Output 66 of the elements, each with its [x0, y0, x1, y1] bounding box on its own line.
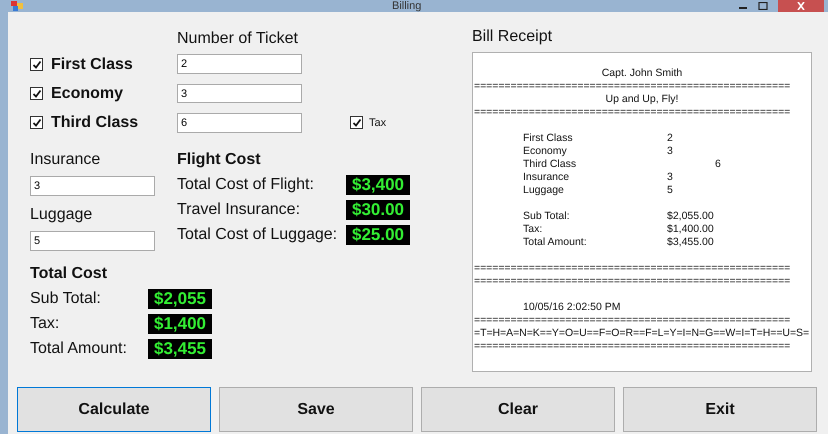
- receipt-rule: ====================================================: [474, 80, 790, 92]
- action-button[interactable]: Save: [219, 387, 413, 432]
- receipt-value: $2,055.00: [667, 210, 714, 223]
- checkbox-label: Economy: [51, 84, 124, 102]
- receipt-rule: ====================================================: [474, 106, 790, 118]
- cost-value: $3,400: [346, 174, 410, 194]
- cost-label: Travel Insurance:: [177, 200, 302, 218]
- receipt-label: Luggage: [523, 184, 565, 197]
- checkbox-label: Tax: [369, 116, 386, 128]
- receipt-rule: ====================================================: [474, 275, 790, 287]
- cost-value: $1,400: [148, 314, 212, 334]
- receipt-text: Capt. John Smith: [602, 67, 682, 79]
- section-heading: Total Cost: [30, 265, 108, 284]
- cost-label: Sub Total:: [30, 290, 102, 308]
- close-icon: [796, 2, 806, 10]
- receipt-label: Total Amount:: [523, 236, 588, 249]
- cost-value: $30.00: [346, 200, 410, 220]
- checkbox[interactable]: [350, 116, 363, 129]
- checkbox-label: First Class: [51, 56, 133, 74]
- input-field[interactable]: 3: [30, 176, 155, 196]
- checkbox[interactable]: [30, 87, 43, 100]
- receipt-value: 3: [667, 171, 673, 184]
- receipt-value: $1,400.00: [667, 223, 714, 236]
- section-heading: Flight Cost: [177, 151, 262, 170]
- receipt-text: 10/05/16 2:02:50 PM: [523, 301, 622, 314]
- input-field[interactable]: 5: [30, 231, 155, 251]
- cost-label: Tax:: [30, 314, 60, 332]
- field-label: Luggage: [30, 206, 94, 224]
- checkbox[interactable]: [30, 116, 43, 129]
- cost-label: Total Cost of Luggage:: [177, 226, 338, 244]
- receipt-rule: ====================================================: [474, 340, 790, 352]
- cost-label: Total Cost of Flight:: [177, 176, 315, 194]
- receipt-label: Economy: [523, 145, 568, 158]
- ticket-input[interactable]: 6: [177, 113, 302, 134]
- receipt-title: Bill Receipt: [472, 27, 554, 47]
- cost-value: $25.00: [346, 224, 410, 244]
- receipt-label: Third Class: [523, 158, 578, 171]
- receipt-label: Insurance: [523, 171, 570, 184]
- checkbox-label: Third Class: [51, 114, 138, 132]
- receipt-rule: ====================================================: [474, 262, 790, 274]
- receipt-label: Sub Total:: [523, 210, 571, 223]
- receipt-value: $3,455.00: [667, 236, 714, 249]
- field-label: Number of Ticket: [177, 30, 299, 48]
- receipt-label: Tax:: [523, 223, 544, 236]
- app-icon: [10, 1, 24, 11]
- receipt-text: Up and Up, Fly!: [606, 93, 678, 105]
- cost-label: Total Amount:: [30, 340, 128, 358]
- window-title: Billing: [392, 0, 422, 12]
- field-label: Insurance: [30, 151, 102, 169]
- ticket-input[interactable]: 3: [177, 84, 302, 104]
- receipt-value: 5: [667, 184, 673, 197]
- receipt-label: First Class: [523, 132, 574, 145]
- maximize-icon[interactable]: [758, 2, 768, 10]
- checkbox[interactable]: [30, 58, 43, 71]
- action-button[interactable]: Exit: [623, 387, 817, 432]
- cost-value: $2,055: [148, 288, 212, 308]
- close-button[interactable]: [778, 0, 824, 12]
- action-button[interactable]: Calculate: [17, 387, 211, 432]
- action-button[interactable]: Clear: [421, 387, 615, 432]
- receipt-value: 2: [667, 132, 673, 145]
- receipt-rule: ====================================================: [474, 314, 790, 326]
- cost-value: $3,455: [148, 338, 212, 358]
- ticket-input[interactable]: 2: [177, 54, 302, 74]
- receipt-value: 3: [667, 145, 673, 158]
- receipt-value: 6: [715, 158, 721, 171]
- receipt-rule: =T=H=A=N=K==Y=O=U==F=O=R==F=L=Y=I=N=G==W=I=T=H==U=S=: [474, 327, 810, 339]
